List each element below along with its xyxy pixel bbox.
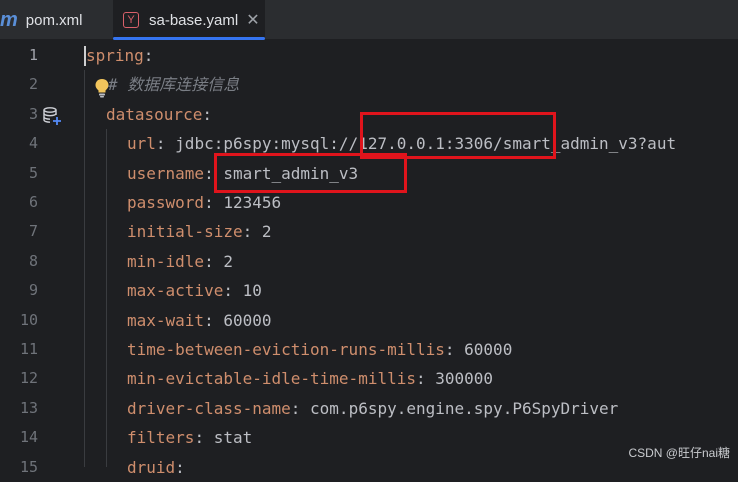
yaml-sep: :	[204, 193, 224, 212]
yaml-key: max-active	[127, 281, 224, 301]
yaml-sep: :	[204, 310, 224, 330]
yaml-value: 60000	[223, 310, 272, 330]
line-number: 8	[28, 251, 38, 270]
yaml-sep: :	[223, 281, 243, 301]
yaml-value: 60000	[464, 340, 513, 359]
yaml-key: url	[127, 134, 156, 154]
yaml-file-icon: Y	[123, 12, 139, 28]
tab-label: pom.xml	[25, 11, 83, 29]
yaml-sep: :	[204, 251, 224, 271]
code-line-12[interactable]: min-evictable-idle-time-millis: 300000	[127, 364, 493, 393]
yaml-colon: :	[143, 46, 154, 65]
yaml-sep: :	[242, 222, 262, 242]
yaml-sep: :	[415, 369, 436, 389]
close-icon[interactable]: ✕	[246, 10, 259, 30]
watermark: CSDN @旺仔nai糖	[628, 446, 730, 460]
yaml-key: max-wait	[127, 310, 205, 330]
yaml-value: jdbc:p6spy:mysql://127.0.0.1:3306/smart_…	[175, 134, 677, 154]
code-line-2[interactable]: # 数据库连接信息	[108, 70, 239, 99]
line-number: 15	[19, 457, 38, 476]
yaml-sep: :	[194, 428, 214, 448]
yaml-colon: :	[175, 457, 185, 477]
line-number: 14	[19, 428, 38, 447]
indent-guide	[106, 129, 107, 467]
yaml-value: 300000	[435, 369, 494, 389]
tab-pom-xml[interactable]: m pom.xml	[0, 0, 108, 40]
yaml-key: initial-size	[127, 222, 243, 242]
yaml-sep: :	[290, 398, 311, 418]
yaml-key: username	[127, 163, 205, 183]
yaml-key: druid	[127, 457, 176, 477]
code-line-4[interactable]: url: jdbc:p6spy:mysql://127.0.0.1:3306/s…	[127, 129, 676, 158]
editor-tab-bar: m pom.xml Y sa-base.yaml ✕	[0, 0, 738, 40]
code-line-8[interactable]: min-idle: 2	[127, 247, 233, 276]
line-number-gutter: 1 2 3 4 5 6 7 8 9 10 11 12 13 14 15	[0, 40, 80, 476]
line-number: 4	[28, 134, 38, 153]
code-line-11[interactable]: time-between-eviction-runs-millis: 60000	[127, 335, 512, 364]
yaml-key: min-idle	[127, 251, 205, 271]
line-number: 13	[19, 398, 38, 417]
code-line-14[interactable]: filters: stat	[127, 423, 252, 452]
line-number: 7	[28, 222, 38, 241]
indent-guide	[84, 70, 85, 467]
yaml-key: time-between-eviction-runs-millis	[127, 340, 445, 359]
code-line-7[interactable]: initial-size: 2	[127, 217, 272, 246]
yaml-value: 2	[261, 222, 272, 242]
line-number: 3	[28, 104, 38, 123]
yaml-sep: :	[444, 340, 465, 359]
code-line-1[interactable]: spring:	[86, 41, 153, 70]
yaml-colon: :	[202, 104, 212, 124]
line-number: 10	[19, 310, 38, 329]
code-line-3[interactable]: datasource:	[106, 100, 212, 129]
code-line-10[interactable]: max-wait: 60000	[127, 306, 272, 335]
tab-label: sa-base.yaml	[149, 11, 239, 29]
code-line-5[interactable]: username: smart_admin_v3	[127, 159, 358, 188]
line-number: 6	[28, 193, 38, 211]
maven-icon: m	[0, 8, 18, 31]
yaml-key: driver-class-name	[127, 398, 291, 418]
code-line-13[interactable]: driver-class-name: com.p6spy.engine.spy.…	[127, 394, 618, 423]
line-number: 1	[28, 46, 38, 64]
yaml-sep: :	[155, 134, 176, 154]
yaml-sep: :	[204, 163, 224, 183]
code-line-15[interactable]: druid:	[127, 453, 185, 482]
yaml-value: 123456	[223, 193, 282, 212]
yaml-key: min-evictable-idle-time-millis	[127, 369, 416, 389]
yaml-key: spring	[86, 46, 144, 65]
yaml-value: 2	[223, 251, 233, 271]
yaml-value: com.p6spy.engine.spy.P6SpyDriver	[310, 398, 619, 418]
line-number: 11	[19, 340, 38, 358]
code-line-6[interactable]: password: 123456	[127, 188, 281, 217]
line-number: 5	[28, 163, 38, 182]
code-line-9[interactable]: max-active: 10	[127, 276, 262, 305]
code-editor[interactable]: 1 2 3 4 5 6 7 8 9 10 11 12 13 14 15 spri…	[0, 40, 738, 477]
tab-sa-base-yaml[interactable]: Y sa-base.yaml ✕	[113, 0, 265, 40]
yaml-value: stat	[213, 428, 253, 448]
yaml-value: smart_admin_v3	[223, 163, 359, 183]
yaml-key: datasource	[106, 104, 203, 124]
yaml-key: filters	[127, 428, 195, 448]
line-number: 2	[28, 75, 38, 94]
line-number: 12	[19, 369, 38, 388]
yaml-key: password	[127, 193, 205, 212]
yaml-value: 10	[242, 281, 262, 301]
database-icon[interactable]	[42, 106, 62, 126]
line-number: 9	[28, 281, 38, 300]
